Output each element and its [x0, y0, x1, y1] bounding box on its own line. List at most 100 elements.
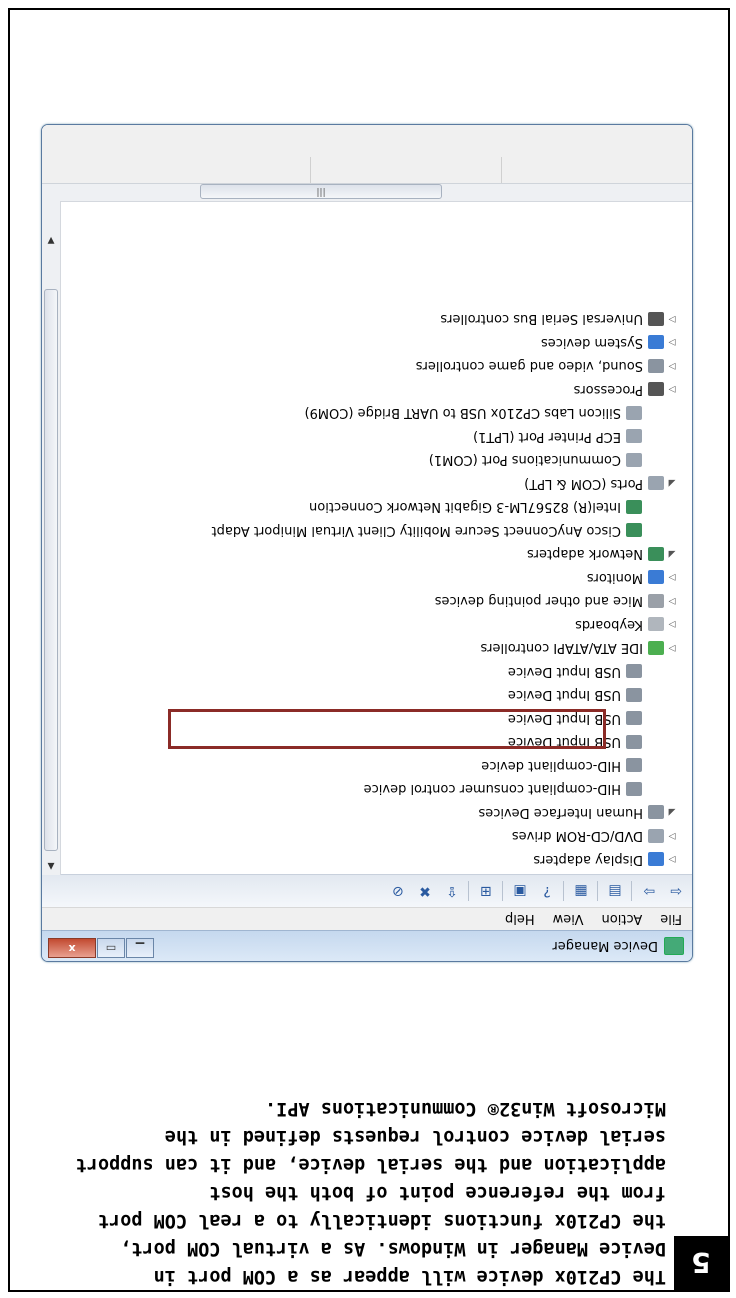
- expand-arrow-icon[interactable]: ▷: [666, 854, 678, 864]
- back-arrow-icon[interactable]: ⇦: [665, 881, 687, 901]
- show-hide-tree-icon[interactable]: ▤: [604, 881, 626, 901]
- expand-arrow-icon[interactable]: ▷: [666, 572, 678, 582]
- tree-item[interactable]: HID-compliant device: [61, 754, 692, 778]
- scroll-up-icon[interactable]: ▲: [42, 861, 60, 871]
- tree-item[interactable]: ▷ Processors: [61, 378, 692, 402]
- caption-line: the CP210x functions identically to a re…: [97, 1210, 666, 1231]
- update-driver-icon[interactable]: ⇪: [441, 881, 463, 901]
- tree-item-label: HID-compliant device: [481, 757, 621, 773]
- expand-arrow-icon[interactable]: ▷: [666, 337, 678, 347]
- device-icon: [626, 664, 642, 679]
- minimize-button[interactable]: ▁: [126, 938, 154, 958]
- disable-icon[interactable]: ⊘: [387, 881, 409, 901]
- device-tree: ▷ Display adapters ▷ DVD/CD-ROM drives ◢ Huma…: [61, 125, 692, 875]
- tree-item[interactable]: ▷ Monitors: [61, 566, 692, 590]
- window-title: Device Manager: [552, 938, 658, 954]
- device-icon: [648, 570, 664, 585]
- properties-icon[interactable]: ▦: [570, 881, 592, 901]
- status-pane: [310, 157, 501, 183]
- device-icon: [648, 311, 664, 326]
- step-number: 5: [674, 1236, 728, 1290]
- expand-arrow-icon[interactable]: ▷: [666, 831, 678, 841]
- device-icon: [626, 711, 642, 726]
- collapse-arrow-icon[interactable]: ◢: [666, 807, 678, 817]
- device-icon: [648, 358, 664, 373]
- tree-item-label: Sound, video and game controllers: [415, 358, 643, 374]
- tree-item-label: Intel(R) 82567LM-3 Gigabit Network Conne…: [309, 499, 621, 515]
- device-icon: [626, 523, 642, 538]
- expand-arrow-icon[interactable]: ▷: [666, 384, 678, 394]
- menu-action[interactable]: Action: [602, 912, 643, 927]
- maximize-button[interactable]: ▭: [97, 938, 125, 958]
- device-icon: [648, 828, 664, 843]
- page-rotated-180: 5 The CP210x device will appear as a COM…: [0, 0, 736, 1298]
- tree-item-label: Silicon Labs CP210x USB to UART Bridge (…: [304, 405, 621, 421]
- tree-item[interactable]: ▷ DVD/CD-ROM drives: [61, 824, 692, 848]
- status-pane: [501, 157, 692, 183]
- tree-item[interactable]: Communications Port (COM1): [61, 448, 692, 472]
- forward-arrow-icon[interactable]: ⇨: [638, 881, 660, 901]
- expand-arrow-icon[interactable]: ▷: [666, 619, 678, 629]
- expand-arrow-icon[interactable]: ▷: [666, 643, 678, 653]
- vertical-scrollbar[interactable]: ▲ ▼: [42, 125, 61, 875]
- step-caption: The CP210x device will appear as a COM p…: [26, 1094, 666, 1290]
- device-icon: [648, 805, 664, 820]
- help-icon[interactable]: ?: [536, 881, 558, 901]
- tree-item[interactable]: Intel(R) 82567LM-3 Gigabit Network Conne…: [61, 495, 692, 519]
- title-bar[interactable]: Device Manager ▁ ▭ x: [42, 930, 692, 961]
- tree-item-label: Human Interface Devices: [478, 804, 643, 820]
- tree-item[interactable]: ▷ Universal Serial Bus controllers: [61, 307, 692, 331]
- tree-item[interactable]: USB Input Device: [61, 683, 692, 707]
- close-button[interactable]: x: [48, 938, 96, 958]
- tree-item-label: Universal Serial Bus controllers: [440, 311, 643, 327]
- expand-arrow-icon[interactable]: ▷: [666, 314, 678, 324]
- tree-item[interactable]: ▷ System devices: [61, 331, 692, 355]
- scan-hardware-icon[interactable]: ⊞: [475, 881, 497, 901]
- tree-item[interactable]: ▷ IDE ATA/ATAPI controllers: [61, 636, 692, 660]
- tree-item-label: System devices: [540, 334, 643, 350]
- tree-item[interactable]: HID-compliant consumer control device: [61, 777, 692, 801]
- caption-line: serial device control requests defined i…: [164, 1126, 666, 1147]
- tree-item-label: Keyboards: [575, 616, 643, 632]
- collapse-arrow-icon[interactable]: ◢: [666, 478, 678, 488]
- tree-item[interactable]: USB Input Device: [61, 660, 692, 684]
- tree-item[interactable]: Silicon Labs CP210x USB to UART Bridge (…: [61, 401, 692, 425]
- tree-item[interactable]: ◢ Network adapters: [61, 542, 692, 566]
- tree-item-label: Communications Port (COM1): [428, 452, 621, 468]
- menu-help[interactable]: Help: [505, 912, 535, 927]
- menu-view[interactable]: View: [553, 912, 584, 927]
- menu-file[interactable]: File: [660, 912, 682, 927]
- toolbar-separator: [597, 881, 598, 901]
- scroll-down-icon[interactable]: ▼: [42, 235, 60, 245]
- device-icon: [626, 405, 642, 420]
- toolbar-separator: [563, 881, 564, 901]
- caption-line: from the reference point of both the hos…: [209, 1182, 666, 1203]
- device-icon: [648, 335, 664, 350]
- tree-item-label: ECP Printer Port (LPT1): [473, 428, 621, 444]
- tree-item[interactable]: ▷ Display adapters: [61, 848, 692, 872]
- caption-line: The CP210x device will appear as a COM p…: [153, 1266, 666, 1287]
- tree-item[interactable]: ▷ Sound, video and game controllers: [61, 354, 692, 378]
- status-bar: [42, 125, 692, 184]
- tree-item[interactable]: ◢ Human Interface Devices: [61, 801, 692, 825]
- tree-item[interactable]: ▷ Keyboards: [61, 613, 692, 637]
- tree-item-label: Cisco AnyConnect Secure Mobility Client …: [211, 522, 621, 538]
- toolbar-separator: [468, 881, 469, 901]
- device-icon: [648, 640, 664, 655]
- tree-item[interactable]: ECP Printer Port (LPT1): [61, 425, 692, 449]
- vertical-scroll-thumb[interactable]: [44, 289, 58, 851]
- expand-arrow-icon[interactable]: ▷: [666, 361, 678, 371]
- tree-item-label: DVD/CD-ROM drives: [511, 828, 643, 844]
- tree-item[interactable]: Cisco AnyConnect Secure Mobility Client …: [61, 519, 692, 543]
- tree-item[interactable]: ▷ Mice and other pointing devices: [61, 589, 692, 613]
- uninstall-icon[interactable]: ✖: [414, 881, 436, 901]
- expand-arrow-icon[interactable]: ▷: [666, 596, 678, 606]
- tree-item-label: Mice and other pointing devices: [434, 593, 643, 609]
- horizontal-scroll-thumb[interactable]: |||: [200, 184, 442, 199]
- device-icon: [648, 593, 664, 608]
- tree-item[interactable]: ◢ Ports (COM & LPT): [61, 472, 692, 496]
- device-icon: [626, 781, 642, 796]
- horizontal-scrollbar[interactable]: |||: [60, 183, 692, 202]
- action-pane-icon[interactable]: ▣: [509, 881, 531, 901]
- collapse-arrow-icon[interactable]: ◢: [666, 549, 678, 559]
